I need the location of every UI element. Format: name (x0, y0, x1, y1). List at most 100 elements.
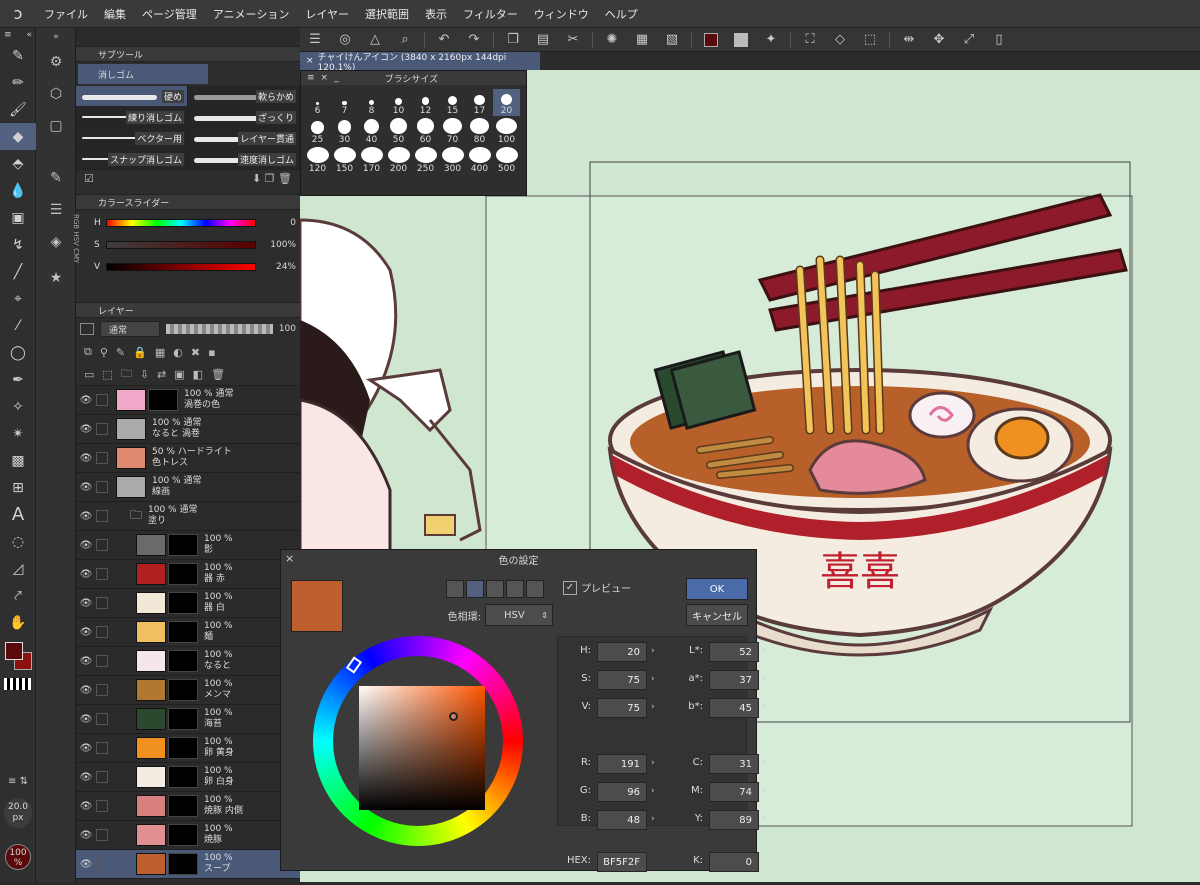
color-swatches[interactable] (0, 636, 35, 678)
visibility-eye-icon[interactable]: 👁 (76, 569, 96, 580)
visibility-eye-icon[interactable]: 👁 (76, 743, 96, 754)
mode-grid-icon[interactable] (526, 580, 544, 598)
crop-icon[interactable]: ⛶ (795, 29, 825, 51)
close-doc-icon[interactable]: × (306, 56, 314, 66)
decoration-tool-icon[interactable]: ▣ (0, 204, 36, 231)
brush-size-option[interactable]: 15 (439, 89, 466, 116)
layer-select-checkbox[interactable] (96, 655, 108, 667)
field-stepper-icon[interactable]: › (651, 702, 655, 712)
field-k-value[interactable]: 0 (709, 852, 759, 872)
blend-tool-icon[interactable]: 💧 (0, 177, 36, 204)
brush-size-option[interactable]: 170 (358, 147, 385, 174)
correct-line-icon[interactable]: ⤤ (0, 582, 36, 609)
menu-edit[interactable]: 編集 (96, 6, 134, 22)
layer-select-checkbox[interactable] (96, 481, 108, 493)
lasso-fill-icon[interactable]: ↯ (0, 231, 36, 258)
brush-size-option[interactable]: 12 (412, 89, 439, 116)
layer-row[interactable]: 👁 100 % 卵 白身 (76, 763, 300, 792)
navigator-icon[interactable]: ⬡ (36, 78, 76, 110)
transparent-swatch[interactable] (4, 678, 31, 690)
field-stepper-icon[interactable]: › (763, 758, 767, 768)
palette-minimize-icon[interactable]: _ (334, 73, 339, 83)
layer-row[interactable]: 👁 100 % 通常 線画 (76, 473, 300, 502)
field-stepper-icon[interactable]: › (763, 702, 767, 712)
mask-icon[interactable]: ◐ (173, 346, 183, 359)
star-icon[interactable]: ★ (36, 262, 76, 294)
lock-transparent-icon[interactable]: ▦ (155, 346, 165, 359)
ruler-icon[interactable]: ◿ (0, 555, 36, 582)
layer-select-checkbox[interactable] (96, 452, 108, 464)
field-stepper-icon[interactable]: › (763, 786, 767, 796)
layer-row[interactable]: 👁 50 % ハードライト 色トレス (76, 444, 300, 473)
brush-tool-icon[interactable]: 🖌 (0, 96, 36, 123)
magic-wand-icon[interactable]: ✴ (0, 420, 36, 447)
brush-size-option[interactable]: 17 (466, 89, 493, 116)
flip-icon[interactable]: ⇹ (894, 29, 924, 51)
layer-select-checkbox[interactable] (96, 829, 108, 841)
brush-vector[interactable]: ベクター用 (76, 128, 188, 148)
layer-row[interactable]: 👁 100 % 焼豚 (76, 821, 300, 850)
transfer-icon[interactable]: ⇄ (157, 368, 166, 381)
hand-icon[interactable]: ✋ (0, 609, 36, 636)
layer-select-checkbox[interactable] (96, 394, 108, 406)
brush-size-option[interactable]: 400 (466, 147, 493, 174)
layer-select-checkbox[interactable] (96, 423, 108, 435)
delete-layer-icon[interactable]: 🗑 (211, 368, 225, 381)
merge-icon[interactable]: ⇩ (140, 368, 149, 381)
field-stepper-icon[interactable]: › (651, 814, 655, 824)
layer-row[interactable]: 👁 100 % 通常 渦巻の色 (76, 386, 300, 415)
reference-icon[interactable]: ⚲ (100, 346, 108, 359)
layer-row[interactable]: 👁 🗀 100 % 通常 塗り (76, 502, 300, 531)
layer-row[interactable]: 👁 100 % 麺 (76, 618, 300, 647)
clip-icon[interactable]: ⧉ (84, 345, 92, 359)
fill-tool-icon[interactable]: ⬘ (0, 150, 36, 177)
eyedropper-icon[interactable]: ⁄ (0, 312, 36, 339)
menu-layer[interactable]: レイヤー (297, 6, 357, 22)
brush-through-layers[interactable]: レイヤー貫通 (188, 128, 300, 148)
main-color-icon[interactable] (696, 29, 726, 51)
palette-menu-icon[interactable]: ≡ (307, 73, 315, 83)
brush-rough[interactable]: ざっくり (188, 107, 300, 127)
saturation-value-square[interactable] (359, 686, 485, 810)
paste-icon[interactable]: ▤ (528, 29, 558, 51)
brush-size-option[interactable]: 7 (331, 89, 358, 116)
field-stepper-icon[interactable]: › (763, 646, 767, 656)
ruler-lock-icon[interactable]: ✖ (191, 346, 200, 359)
brush-opacity-indicator[interactable]: 100% (5, 844, 31, 870)
menu-file[interactable]: ファイル (36, 6, 96, 22)
brush-speed[interactable]: 速度消しゴム (188, 149, 300, 169)
layer-select-checkbox[interactable] (96, 713, 108, 725)
visibility-eye-icon[interactable]: 👁 (76, 656, 96, 667)
folder-icon[interactable]: 🗀 (130, 506, 142, 527)
visibility-eye-icon[interactable]: 👁 (76, 511, 96, 522)
visibility-eye-icon[interactable]: 👁 (76, 772, 96, 783)
sv-cursor[interactable] (449, 712, 458, 721)
lasso-icon[interactable]: ◯ (0, 339, 36, 366)
field-hex-value[interactable]: BF5F2F (597, 852, 647, 872)
field-l-value[interactable]: 52 (709, 642, 759, 662)
spinner-icon[interactable]: ✺ (597, 29, 627, 51)
transform-icon[interactable]: ◇ (825, 29, 855, 51)
field-c-value[interactable]: 31 (709, 754, 759, 774)
visibility-eye-icon[interactable]: 👁 (76, 627, 96, 638)
hamburger-icon[interactable]: ☰ (300, 29, 330, 51)
opacity-value[interactable]: 100 (279, 324, 296, 334)
menu-page[interactable]: ページ管理 (134, 6, 205, 22)
palette-close-icon[interactable]: × (321, 73, 329, 83)
lock-icon[interactable]: 🔒 (133, 346, 147, 359)
layer-row[interactable]: 👁 100 % 卵 黄身 (76, 734, 300, 763)
brush-size-option[interactable]: 6 (304, 89, 331, 116)
operation-tool-icon[interactable]: ⌖ (0, 285, 36, 312)
layer-select-checkbox[interactable] (96, 858, 108, 870)
gradient-icon[interactable]: ▩ (0, 447, 36, 474)
field-m-value[interactable]: 74 (709, 782, 759, 802)
menu-filter[interactable]: フィルター (455, 6, 526, 22)
document-tab[interactable]: × チャイけんアイコン (3840 x 2160px 144dpi 120.1%… (300, 52, 540, 73)
layer-select-checkbox[interactable] (96, 597, 108, 609)
download-icon[interactable]: ⬇ (252, 172, 261, 185)
ok-button[interactable]: OK (686, 578, 748, 600)
pen-tool-icon[interactable]: ✎ (0, 42, 36, 69)
field-r-value[interactable]: 191 (597, 754, 647, 774)
visibility-eye-icon[interactable]: 👁 (76, 830, 96, 841)
new-folder-icon[interactable]: 🗀 (121, 365, 132, 384)
